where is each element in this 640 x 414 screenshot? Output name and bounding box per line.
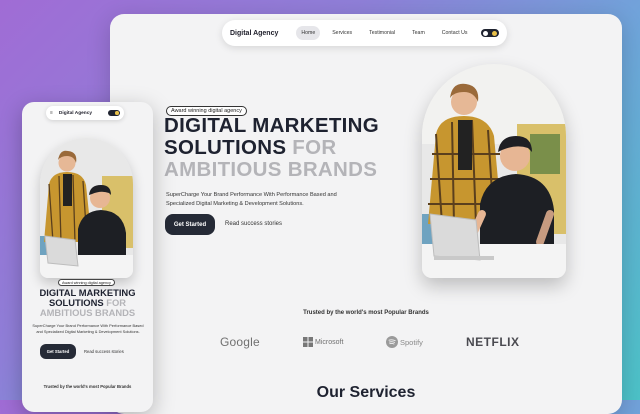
theme-toggle-icon[interactable] (481, 29, 499, 37)
microsoft-logo-icon (303, 337, 313, 347)
nav-services[interactable]: Services (327, 26, 357, 40)
nav-testimonial[interactable]: Testimonial (364, 26, 400, 40)
google-logo: Google (220, 335, 260, 349)
mobile-heading-line2: SOLUTIONS FOR (22, 298, 153, 307)
spotify-logo-text: Spotify (400, 337, 423, 347)
trusted-brands-title: Trusted by the world's most Popular Bran… (303, 310, 429, 316)
mobile-heading-line1: DIGITAL MARKETING (39, 287, 136, 298)
hero-heading-solutions: SOLUTIONS (164, 136, 287, 159)
mobile-preview: ≡ Digital Agency Award winning digital a… (22, 102, 153, 412)
spotify-logo: Spotify (386, 332, 423, 352)
hero-heading-line1: DIGITAL MARKETING (164, 114, 380, 137)
mobile-trusted-brands-title: Trusted by the world's most Popular Bran… (43, 384, 132, 389)
nav-contact[interactable]: Contact Us (437, 26, 473, 40)
microsoft-logo-text: Microsoft (315, 338, 344, 346)
netflix-logo: NETFLIX (466, 335, 520, 349)
mobile-get-started-button[interactable]: Get Started (40, 344, 76, 359)
services-heading: Our Services (316, 384, 416, 401)
hero-heading-line2: SOLUTIONS FOR (164, 136, 337, 159)
get-started-button[interactable]: Get Started (165, 214, 215, 235)
nav-team[interactable]: Team (407, 26, 430, 40)
hero-heading-line3: AMBITIOUS BRANDS (164, 158, 378, 181)
microsoft-logo: Microsoft (303, 332, 343, 352)
hero-photo-illustration (422, 64, 566, 278)
mobile-hero-photo (40, 138, 133, 278)
mobile-award-badge: Award winning digital agency (58, 279, 115, 286)
spotify-logo-icon (386, 336, 398, 348)
mobile-read-success-stories-link[interactable]: Read success stories (84, 349, 124, 354)
mobile-hero-photo-illustration (40, 138, 133, 278)
brand-logos: Google Microsoft Spotify NETFLIX (110, 332, 622, 352)
hero-photo (422, 64, 566, 278)
mobile-heading-line3: AMBITIOUS BRANDS (39, 307, 136, 318)
read-success-stories-link[interactable]: Read success stories (225, 221, 282, 227)
hero-description: SuperCharge Your Brand Performance With … (166, 192, 337, 207)
mobile-navbar: ≡ Digital Agency (46, 106, 124, 120)
hero-heading-for: FOR (292, 136, 337, 159)
desktop-preview: Digital Agency Home Services Testimonial… (110, 14, 622, 414)
mobile-brand-logo[interactable]: Digital Agency (59, 111, 92, 116)
menu-icon[interactable]: ≡ (50, 110, 53, 116)
mobile-hero-description: SuperCharge Your Brand Performance With … (32, 323, 144, 334)
navbar: Digital Agency Home Services Testimonial… (222, 20, 507, 46)
brand-logo[interactable]: Digital Agency (230, 30, 278, 37)
nav-home[interactable]: Home (296, 26, 321, 40)
theme-toggle-icon[interactable] (108, 110, 120, 116)
